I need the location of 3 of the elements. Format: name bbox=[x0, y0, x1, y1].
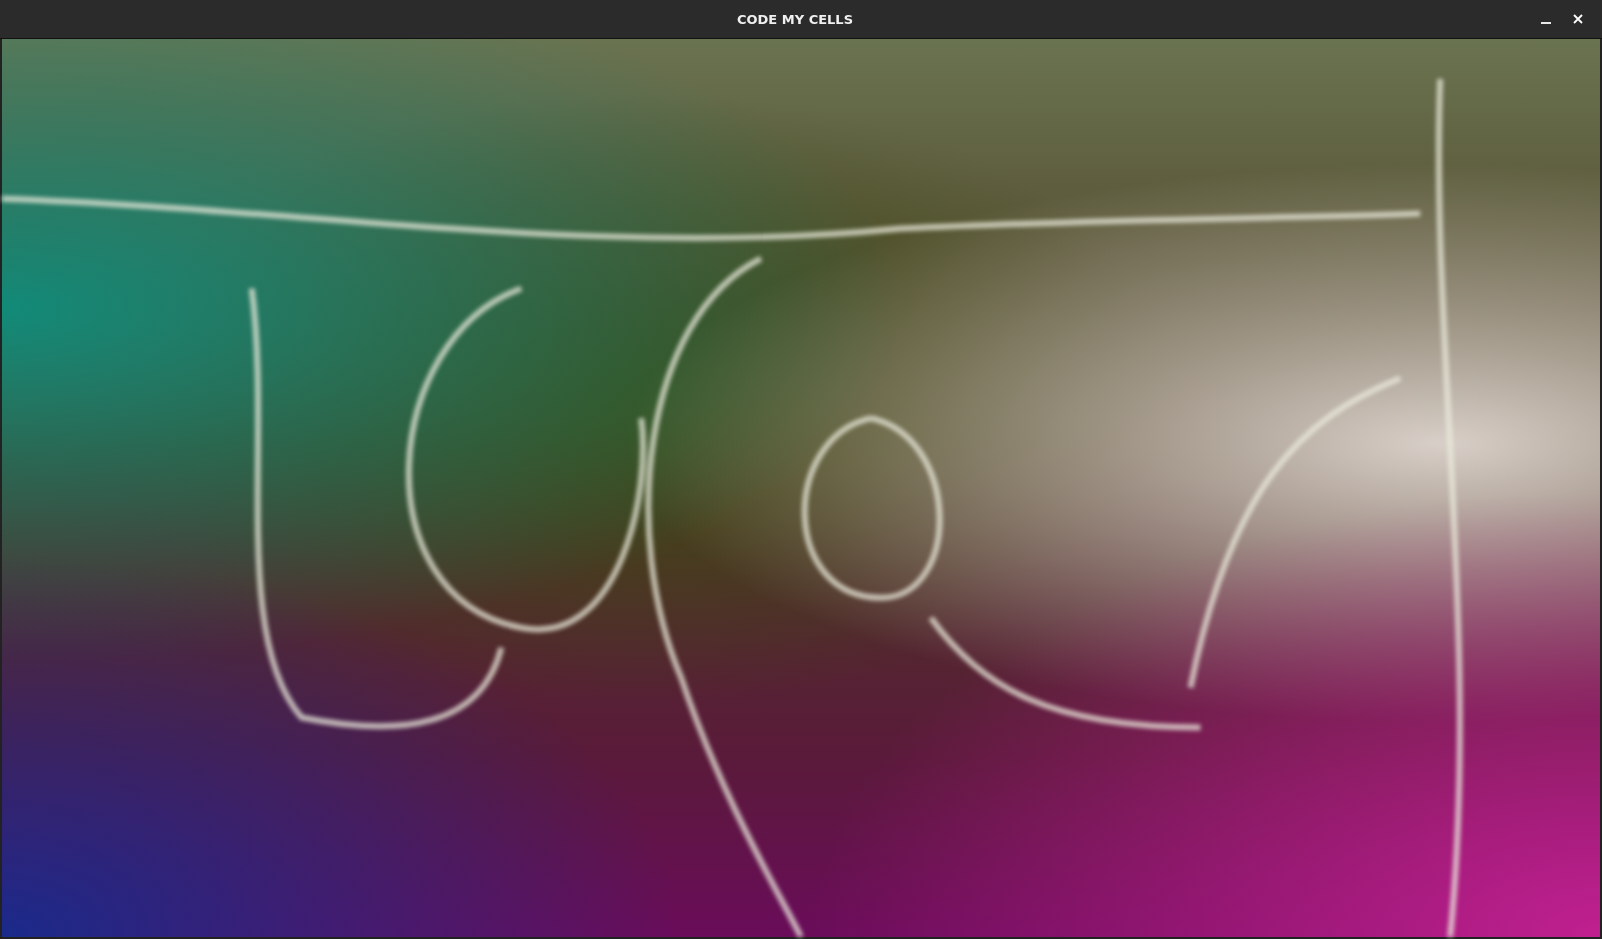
close-icon bbox=[1573, 14, 1583, 24]
window-title: CODE MY CELLS bbox=[736, 11, 854, 27]
minimize-icon bbox=[1541, 22, 1551, 24]
